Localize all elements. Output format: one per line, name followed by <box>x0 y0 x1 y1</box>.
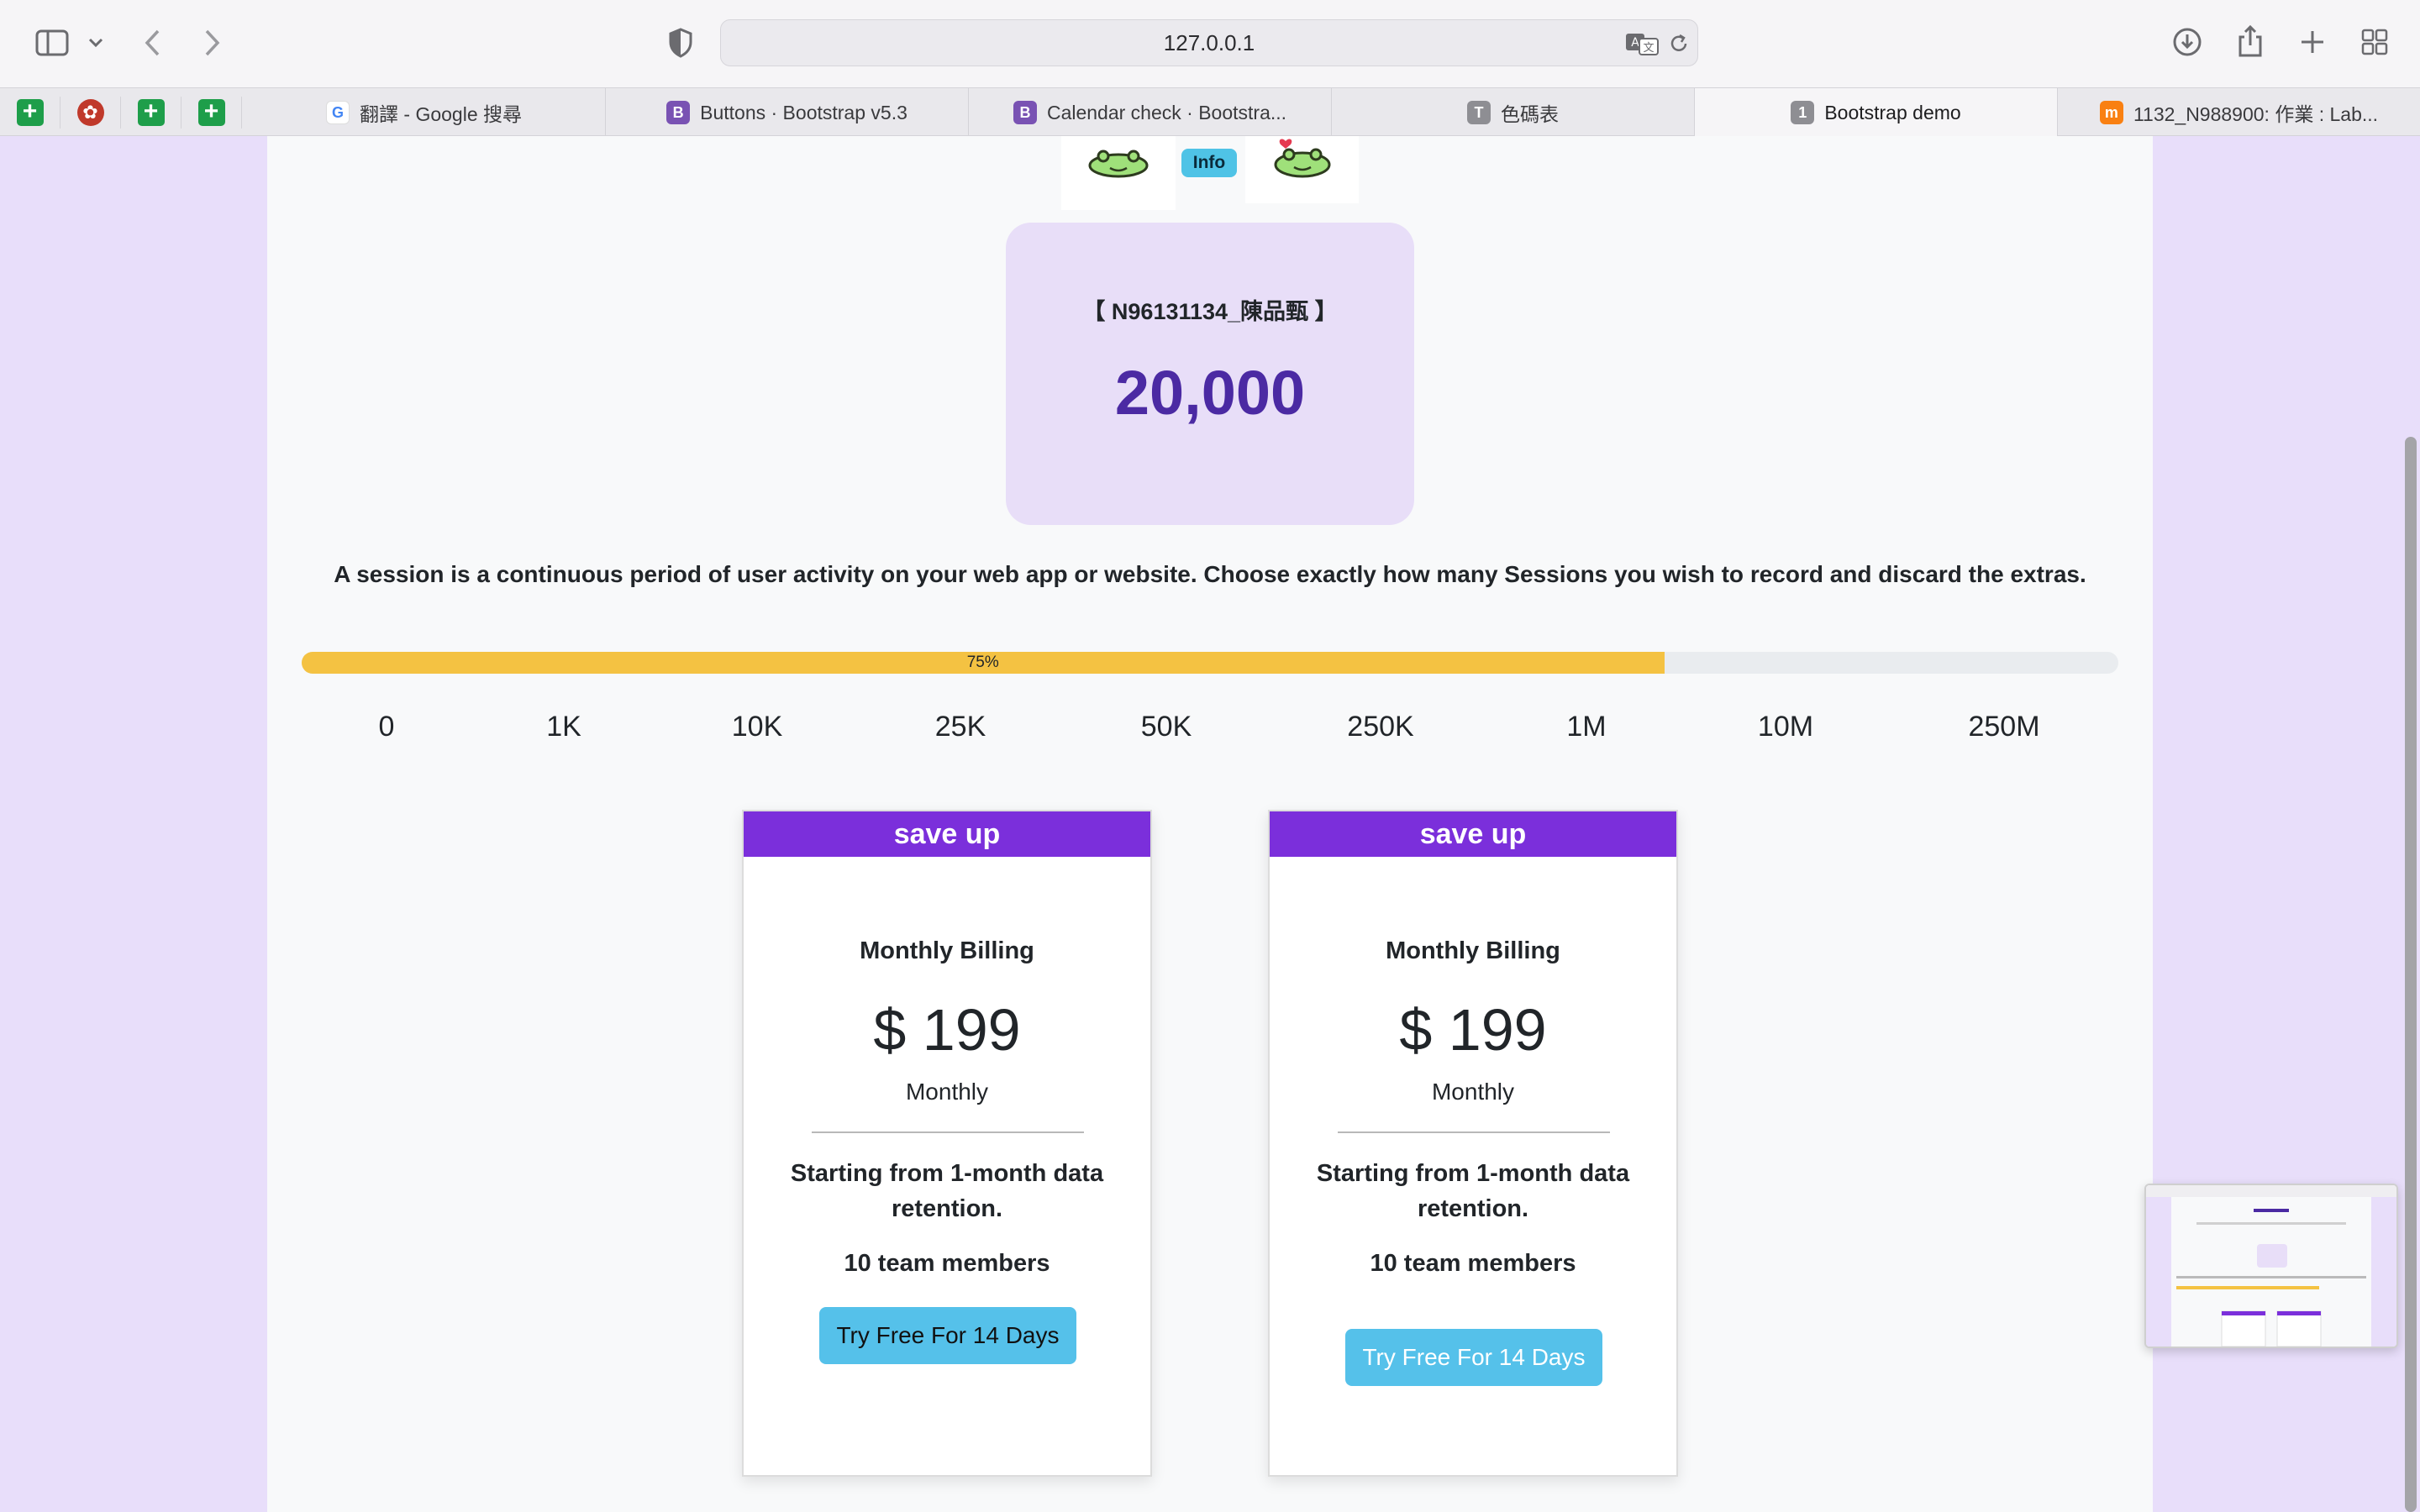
tab-label: 1132_N988900: 作業 : Lab... <box>2133 103 2379 125</box>
svg-text:A: A <box>1631 36 1639 50</box>
sidebar-toggle-icon[interactable] <box>32 24 72 62</box>
thumbnail-preview-image <box>2146 1185 2396 1347</box>
google-icon: G <box>326 101 350 124</box>
download-icon[interactable] <box>2170 24 2205 60</box>
info-strip: Info <box>1061 136 1359 210</box>
billing-period: Monthly <box>905 1079 989 1105</box>
tab-label: Calendar check · Bootstra... <box>1046 101 1287 123</box>
card-header: save up <box>744 811 1150 857</box>
student-label: 【 N96131134_陳品甄 】 <box>1082 299 1338 324</box>
divider <box>812 1131 1084 1133</box>
session-progress[interactable]: 75% <box>302 652 2118 674</box>
billing-label: Monthly Billing <box>860 937 1034 964</box>
address-bar[interactable]: 127.0.0.1 A文 <box>720 19 1698 66</box>
billing-label: Monthly Billing <box>1386 937 1560 964</box>
translate-icon[interactable]: A文 <box>1625 32 1659 55</box>
frog-card-right <box>1245 136 1359 203</box>
team-members: 10 team members <box>1370 1250 1576 1277</box>
tab-bootstrap-calendar[interactable]: B Calendar check · Bootstra... <box>969 88 1332 137</box>
pinned-tab-sheets-3[interactable]: + <box>182 97 242 129</box>
pinned-tab-sheets-2[interactable]: + <box>121 97 182 129</box>
card-header: save up <box>1270 811 1676 857</box>
tick-label[interactable]: 250K <box>1347 711 1413 743</box>
divider <box>1338 1131 1610 1133</box>
tab-overview-icon[interactable] <box>2358 25 2391 59</box>
team-members: 10 team members <box>844 1250 1050 1277</box>
bootstrap-icon: B <box>1013 101 1037 124</box>
price: $ 199 <box>1399 997 1547 1063</box>
tab-bootstrap-demo[interactable]: 1 Bootstrap demo <box>1695 88 2058 137</box>
bootstrap-icon: B <box>666 101 691 124</box>
tab-moodle-assignment[interactable]: m 1132_N988900: 作業 : Lab... <box>2058 88 2420 137</box>
chevron-down-icon[interactable] <box>84 30 108 55</box>
number-one-icon: 1 <box>1791 101 1815 124</box>
sheets-icon: + <box>137 99 165 126</box>
tick-label[interactable]: 10M <box>1758 711 1813 743</box>
browser-toolbar: 127.0.0.1 A文 <box>0 0 2420 87</box>
session-total-card: 【 N96131134_陳品甄 】 20,000 <box>1006 223 1414 525</box>
retention-text: Starting from 1-month data retention. <box>790 1160 1104 1222</box>
page-scrollbar[interactable] <box>2405 437 2417 1512</box>
sheets-icon: + <box>16 99 44 126</box>
new-tab-icon[interactable] <box>2296 25 2329 59</box>
screenshot-thumbnail[interactable] <box>2144 1184 2398 1348</box>
tab-color-codes[interactable]: T 色碼表 <box>1332 88 1695 137</box>
tab-bootstrap-buttons[interactable]: B Buttons · Bootstrap v5.3 <box>606 88 969 137</box>
reload-icon[interactable] <box>1667 32 1691 55</box>
session-description: A session is a continuous period of user… <box>334 561 2086 587</box>
session-count: 20,000 <box>1114 358 1306 428</box>
pricing-card: save up Monthly Billing $ 199 Monthly St… <box>742 810 1152 1477</box>
tick-label[interactable]: 1K <box>546 711 581 743</box>
session-scale: 0 1K 10K 25K 50K 250K 1M 10M 250M <box>302 711 2118 748</box>
tick-label[interactable]: 10K <box>732 711 783 743</box>
tab-label: 翻譯 - Google 搜尋 <box>360 103 522 125</box>
price: $ 199 <box>873 997 1021 1063</box>
tab-label: Buttons · Bootstrap v5.3 <box>700 101 908 123</box>
sheets-icon: + <box>197 99 225 126</box>
shield-icon[interactable] <box>664 25 697 60</box>
tab-label: 色碼表 <box>1501 103 1559 125</box>
tick-label[interactable]: 0 <box>379 711 395 743</box>
tick-label[interactable]: 250M <box>1968 711 2039 743</box>
tab-google-translate[interactable]: G 翻譯 - Google 搜尋 <box>243 88 606 137</box>
try-free-button[interactable]: Try Free For 14 Days <box>1345 1329 1602 1386</box>
back-icon[interactable] <box>136 25 170 60</box>
moodle-icon: m <box>2099 101 2123 124</box>
frog-card-left <box>1061 136 1176 210</box>
svg-text:文: 文 <box>1643 42 1654 55</box>
flower-icon: ✿ <box>76 99 104 126</box>
url-text: 127.0.0.1 <box>1163 29 1255 55</box>
progress-label: 75% <box>966 654 999 671</box>
share-icon[interactable] <box>2233 22 2267 60</box>
tab-bar: + ✿ + + G 翻譯 - Google 搜尋 B Buttons · Boo… <box>0 87 2420 137</box>
tick-label[interactable]: 25K <box>935 711 986 743</box>
info-badge: Info <box>1181 149 1237 177</box>
frog-icon <box>1088 150 1149 178</box>
letter-t-icon: T <box>1467 101 1491 124</box>
tick-label[interactable]: 1M <box>1566 711 1606 743</box>
frog-heart-icon <box>1274 139 1331 178</box>
tab-label: Bootstrap demo <box>1824 101 1961 123</box>
forward-icon[interactable] <box>195 25 229 60</box>
retention-text: Starting from 1-month data retention. <box>1316 1160 1630 1222</box>
try-free-button[interactable]: Try Free For 14 Days <box>819 1307 1076 1364</box>
pinned-tab-sheets-1[interactable]: + <box>0 97 60 129</box>
pricing-card: save up Monthly Billing $ 199 Monthly St… <box>1268 810 1678 1477</box>
tick-label[interactable]: 50K <box>1141 711 1192 743</box>
progress-fill: 75% <box>302 652 1665 674</box>
billing-period: Monthly <box>1431 1079 1515 1105</box>
pinned-tab-flower[interactable]: ✿ <box>60 97 121 129</box>
